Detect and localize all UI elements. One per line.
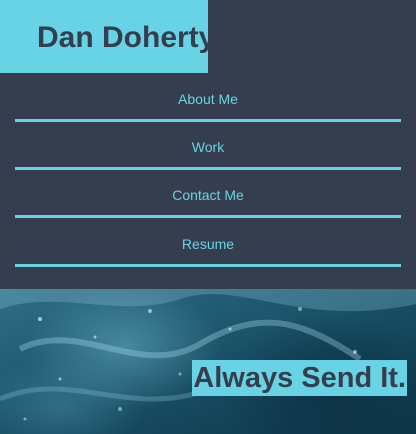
brand-name[interactable]: Dan Doherty <box>37 18 215 58</box>
brand-header: Dan Doherty <box>0 0 215 73</box>
nav-item-label: Work <box>191 139 225 155</box>
nav-item-contact-me[interactable]: Contact Me <box>15 178 401 218</box>
nav-item-about-me[interactable]: About Me <box>15 82 401 122</box>
nav-item-label: About Me <box>178 91 238 107</box>
hero-tagline: Always Send It. <box>192 360 407 396</box>
nav-item-label: Contact Me <box>172 187 244 203</box>
nav-divider <box>15 215 401 218</box>
nav-divider <box>15 167 401 170</box>
main-nav: About Me Work Contact Me Resume <box>0 73 416 289</box>
hero-image: Always Send It. <box>0 289 416 434</box>
nav-item-work[interactable]: Work <box>15 130 401 170</box>
nav-divider <box>15 264 401 267</box>
nav-divider <box>15 119 401 122</box>
page: Dan Doherty About Me Work Contact Me Res… <box>0 0 416 434</box>
nav-item-label: Resume <box>181 236 235 252</box>
nav-item-resume[interactable]: Resume <box>15 227 401 267</box>
